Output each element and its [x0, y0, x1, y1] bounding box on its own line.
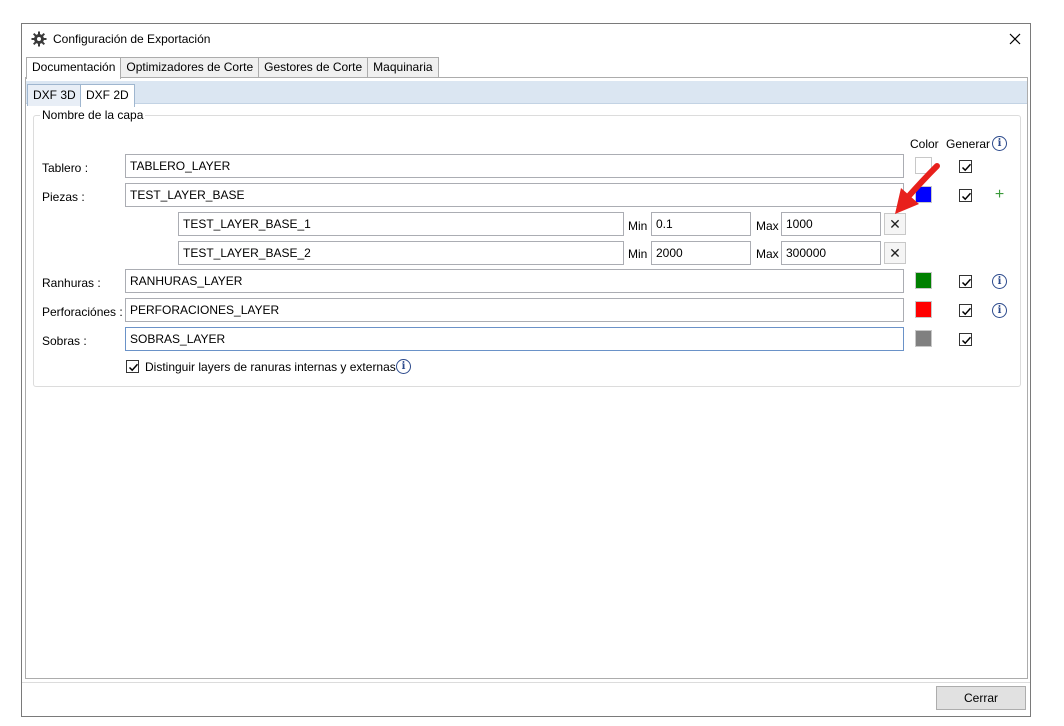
export-config-window: Configuración de Exportación Documentaci… — [21, 23, 1031, 717]
color-header: Color — [910, 137, 939, 151]
tablero-input[interactable]: TABLERO_LAYER — [125, 154, 904, 178]
subtab-dxf-3d[interactable]: DXF 3D — [27, 84, 82, 106]
documentation-panel: DXF 3D DXF 2D Nombre de la capa Color Ge… — [25, 77, 1028, 679]
close-button[interactable] — [1000, 24, 1030, 54]
sublayer-1-min-input[interactable]: 0.1 — [651, 212, 751, 236]
perforaciones-color-swatch[interactable] — [915, 301, 932, 318]
sobras-input[interactable]: SOBRAS_LAYER — [125, 327, 904, 351]
annotation-arrow-icon — [895, 163, 940, 214]
sublayer-2-max-label: Max — [756, 247, 779, 261]
group-title: Nombre de la capa — [40, 108, 146, 122]
tab-optimizadores[interactable]: Optimizadores de Corte — [120, 57, 260, 78]
subtab-dxf-2d[interactable]: DXF 2D — [80, 84, 135, 107]
sublayer-2-input[interactable]: TEST_LAYER_BASE_2 — [178, 241, 624, 265]
subtabs-bar: DXF 3D DXF 2D — [26, 81, 1027, 107]
piezas-input[interactable]: TEST_LAYER_BASE — [125, 183, 904, 207]
perforaciones-generar-checkbox[interactable] — [959, 304, 972, 317]
tablero-generar-checkbox[interactable] — [959, 160, 972, 173]
layer-name-group: Nombre de la capa Color Generar i Tabler… — [33, 108, 1021, 387]
label-perforaciones: Perforaciónes : — [42, 305, 123, 319]
sobras-generar-checkbox[interactable] — [959, 333, 972, 346]
generar-header: Generar — [946, 137, 991, 151]
add-sublayer-button[interactable]: + — [992, 187, 1007, 203]
sublayer-1-input[interactable]: TEST_LAYER_BASE_1 — [178, 212, 624, 236]
ranhuras-input[interactable]: RANHURAS_LAYER — [125, 269, 904, 293]
sublayer-2-min-input[interactable]: 2000 — [651, 241, 751, 265]
ranhuras-color-swatch[interactable] — [915, 272, 932, 289]
ranhuras-info-icon[interactable]: i — [992, 274, 1007, 289]
main-tabs: Documentación Optimizadores de Corte Ges… — [26, 57, 439, 79]
close-icon — [1009, 33, 1021, 45]
close-dialog-button[interactable]: Cerrar — [936, 686, 1026, 710]
tab-maquinaria[interactable]: Maquinaria — [367, 57, 439, 78]
distinguish-label: Distinguir layers de ranuras internas y … — [145, 360, 396, 374]
label-tablero: Tablero : — [42, 161, 89, 175]
perforaciones-info-icon[interactable]: i — [992, 303, 1007, 318]
sublayer-2-min-label: Min — [628, 247, 648, 261]
distinguish-checkbox[interactable] — [126, 360, 139, 373]
label-sobras: Sobras : — [42, 334, 87, 348]
perforaciones-input[interactable]: PERFORACIONES_LAYER — [125, 298, 904, 322]
sublayer-1-max-input[interactable]: 1000 — [781, 212, 881, 236]
label-piezas: Piezas : — [42, 190, 85, 204]
sublayer-2-max-input[interactable]: 300000 — [781, 241, 881, 265]
label-ranhuras: Ranhuras : — [42, 276, 101, 290]
sobras-color-swatch[interactable] — [915, 330, 932, 347]
ranhuras-generar-checkbox[interactable] — [959, 275, 972, 288]
remove-sublayer-2-button[interactable]: ✕ — [884, 242, 906, 264]
distinguish-info-icon[interactable]: i — [396, 359, 411, 374]
sublayer-1-min-label: Min — [628, 219, 648, 233]
footer-separator — [22, 682, 1030, 683]
titlebar: Configuración de Exportación — [22, 24, 1030, 54]
tab-documentacion[interactable]: Documentación — [26, 57, 122, 79]
piezas-generar-checkbox[interactable] — [959, 189, 972, 202]
tab-gestores[interactable]: Gestores de Corte — [258, 57, 369, 78]
info-icon[interactable]: i — [992, 136, 1007, 151]
sublayer-1-max-label: Max — [756, 219, 779, 233]
window-title: Configuración de Exportación — [53, 32, 211, 46]
gear-icon — [31, 31, 47, 47]
